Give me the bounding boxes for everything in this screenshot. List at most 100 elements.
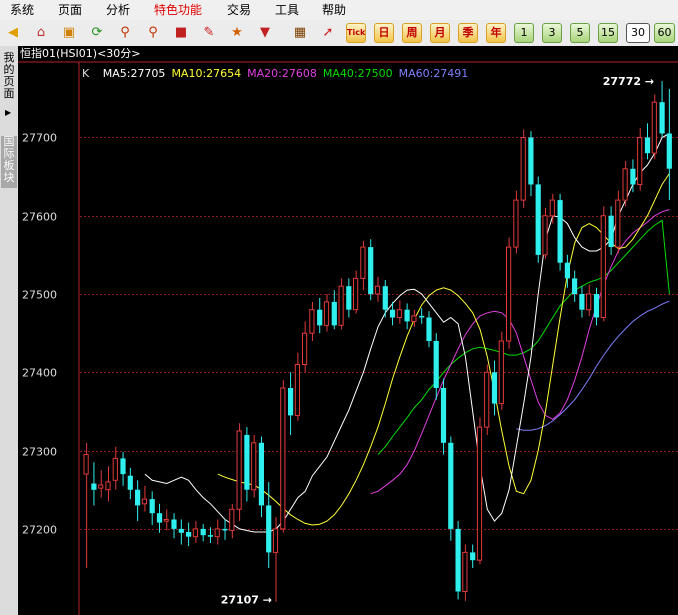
candle-body [127,475,133,490]
candle-body [236,430,242,510]
candle [236,423,242,522]
period-1min-button[interactable]: 1 [514,23,534,43]
candle [615,190,621,254]
candle-body [520,137,526,201]
candle-body [171,519,177,529]
candle-body [346,286,352,310]
week-button[interactable]: 周 [402,23,422,43]
y-tick-label: 27600 [22,211,57,224]
candle-body [135,489,141,506]
candle-body [498,340,504,405]
candle-body [433,341,439,388]
menu-analysis[interactable]: 分析 [106,2,130,18]
menu-bar: 系统 页面 分析 特色功能 交易 工具 帮助 [0,0,678,21]
candle-body [374,285,381,295]
home-icon[interactable]: ⌂ [31,23,51,43]
candle-body [294,364,300,416]
candle-body [666,133,672,169]
funds-icon[interactable]: ▣ [59,23,79,43]
menu-help[interactable]: 帮助 [322,2,346,18]
candle-body [491,372,498,404]
ma10-legend-item: MA10:27654 [171,67,242,80]
side-tab-my-pages[interactable]: 我的页面 [1,52,17,104]
period-15min-button[interactable]: 15 [598,23,618,43]
menu-trade[interactable]: 交易 [227,2,251,18]
period-5min-button[interactable]: 5 [570,23,590,43]
menu-tools[interactable]: 工具 [275,2,299,18]
candle-body [229,508,235,531]
candle [455,521,461,600]
refresh-icon[interactable]: ⟳ [87,23,107,43]
candle [535,176,541,263]
filter-icon[interactable]: ▼ [255,23,275,43]
candle-body [448,442,454,529]
candle-body [83,454,89,475]
candle [557,193,563,271]
candlestick-chart[interactable]: 27200 27300 27400 27500 27600 27700 27772 → 27… [18,46,678,615]
candle-body [163,519,169,522]
candle [338,278,344,330]
candle-body [579,294,585,310]
candle-body [368,247,374,295]
candle-body [353,277,359,311]
y-tick-label: 27700 [22,132,57,145]
candle [498,331,504,410]
candle-body [200,528,206,536]
candle [448,436,454,541]
menu-special-features[interactable]: 特色功能 [154,2,202,18]
candle-body [651,101,657,154]
candle [520,129,526,208]
zoom-in-icon[interactable]: ⚲ [115,23,135,43]
candle-body [120,458,126,475]
candle-body [615,199,621,248]
candle-body [630,168,636,185]
candle-body [564,262,570,279]
candle-body [149,499,155,514]
candle-body [288,388,294,416]
candle-body [440,388,447,443]
candle-body [396,309,402,319]
candle-body [338,285,344,326]
candle-body [207,535,213,537]
period-60min-button[interactable]: 60 [654,23,675,43]
toolbar: ◀ ⌂ ▣ ⟳ ⚲ ⚲ ■ ✎ ★ ▼ ▦ ➚ Tick 日 周 月 季 年 1… [0,20,678,47]
window-icon[interactable]: ■ [171,23,191,43]
quarter-button[interactable]: 季 [458,23,478,43]
candle-body [622,168,628,201]
side-tab-international[interactable]: 国际板块 [1,136,17,188]
zoom-out-icon[interactable]: ⚲ [143,23,163,43]
candle-body [542,215,548,256]
year-button[interactable]: 年 [486,23,506,43]
period-3min-button[interactable]: 3 [542,23,562,43]
candle [513,190,519,254]
candle-body [280,387,286,530]
month-button[interactable]: 月 [430,23,450,43]
candle-body [462,551,468,592]
period-30min-button[interactable]: 30 [626,23,650,43]
candle-body [637,137,643,185]
back-arrow-icon[interactable]: ◀ [3,23,23,43]
candle-body [411,315,417,322]
candle [600,206,606,322]
menu-page[interactable]: 页面 [58,2,82,18]
candle-body [105,481,111,491]
menu-system[interactable]: 系统 [10,2,34,18]
ma40-legend-item: MA40:27500 [322,67,393,80]
candle-body [323,301,330,326]
chart-title: 恒指01(HSI01)<30分> [20,47,141,60]
indicator-icon[interactable]: ★ [227,23,247,43]
candle [637,128,643,191]
day-button[interactable]: 日 [374,23,394,43]
draw-pen-icon[interactable]: ✎ [199,23,219,43]
side-tab-strip: 我的页面 ▶ 国际板块 [0,46,19,615]
table-icon[interactable]: ▦ [290,23,310,43]
k-label: K [82,67,90,80]
candle-body [214,528,220,538]
chart-icon[interactable]: ➚ [318,23,338,43]
candle [542,207,548,259]
candle [258,436,264,518]
tick-button[interactable]: Tick [346,23,366,43]
candle [506,237,512,349]
candle-body [141,498,148,505]
candle-body [186,532,192,537]
